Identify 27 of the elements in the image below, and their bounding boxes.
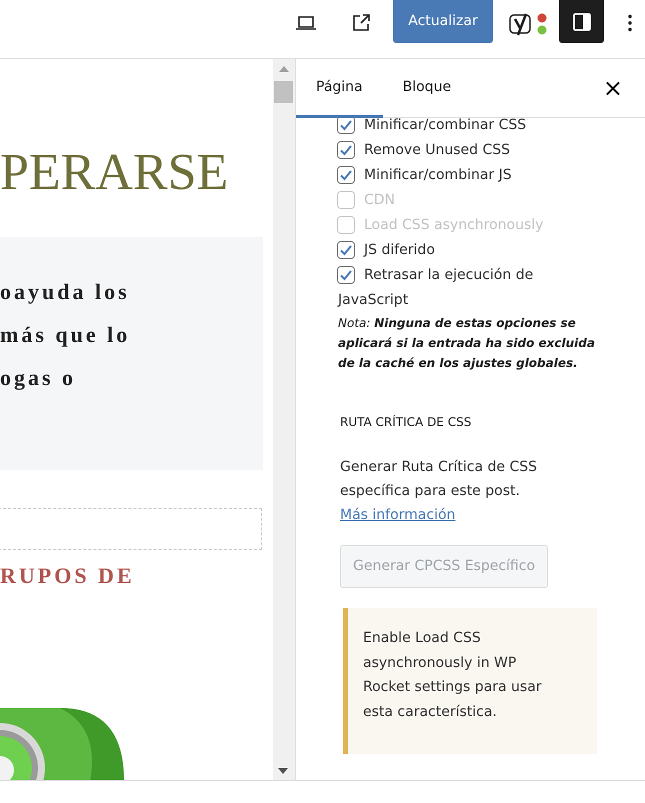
checkbox-label[interactable]: JS diferido [338,238,605,263]
quote-text: oayuda los [0,278,130,306]
checkbox-label[interactable]: Retrasar la ejecución de JavaScript [338,263,605,313]
page-heading: PERARSE [0,147,228,199]
checkbox[interactable] [337,116,355,134]
checkbox-label[interactable]: Remove Unused CSS [338,138,605,163]
update-button[interactable]: Actualizar [393,0,493,43]
close-button[interactable]: × [602,76,623,100]
note-text: Nota: Ninguna de estas opciones se aplicará si la entrada ha sido excluida de la caché en los ajustes globales. [337,315,596,372]
quote-text: más que lo [0,321,130,349]
section-title: RUTA CRÍTICA DE CSS [340,414,472,431]
scroll-up-icon[interactable] [279,66,289,72]
checkbox[interactable] [337,166,355,184]
description-text: Generar Ruta Crítica de CSS específica para este post. Más información [340,458,538,525]
subheading: RUPOS DE [0,562,135,590]
seo-plugin-icon[interactable] [509,11,549,37]
sidebar-toggle-button[interactable] [559,0,604,43]
checkbox-label[interactable]: Minificar/combinar JS [338,163,605,188]
checkbox[interactable] [337,241,355,259]
sidebar-tab[interactable]: Página [296,59,383,118]
scrollbar-thumb[interactable] [274,81,293,103]
scroll-down-icon[interactable] [278,768,288,774]
notice-text: Enable Load CSS asynchronously in WP Rocket settings para usar esta característica. [363,629,543,722]
more-info-link[interactable]: Más información [340,507,456,523]
quote-text: ogas o [0,364,76,392]
checkbox[interactable] [337,141,355,159]
checkbox[interactable] [337,266,355,284]
